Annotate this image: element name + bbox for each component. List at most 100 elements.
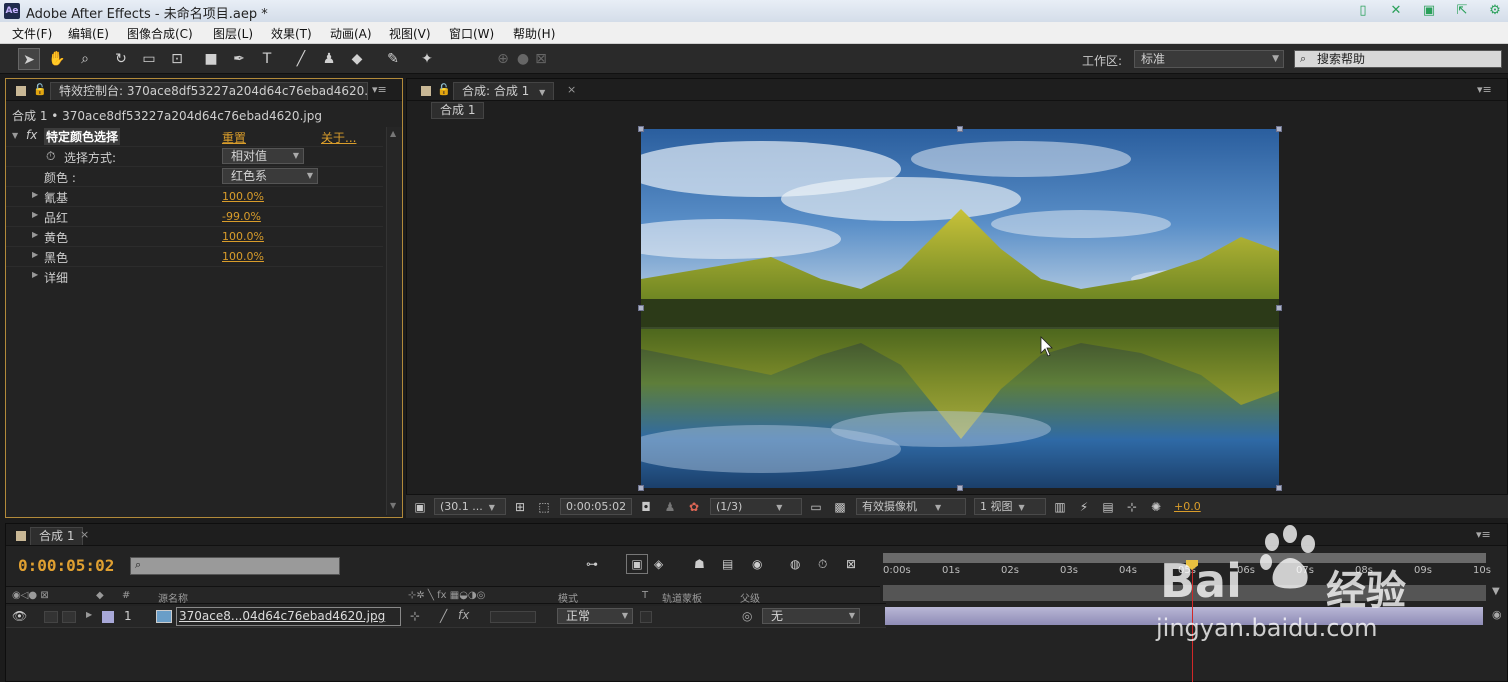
column-mode[interactable]: 模式 xyxy=(558,590,578,605)
comp-breadcrumb[interactable]: 合成 1 xyxy=(431,102,485,119)
param-value[interactable]: 100.0% xyxy=(222,250,264,263)
menu-help[interactable]: 帮助(H) xyxy=(513,25,555,42)
collapse-triangle-icon[interactable]: ▼ xyxy=(12,131,18,140)
frame-blending-icon[interactable]: ▤ xyxy=(722,557,733,571)
blend-mode-dropdown[interactable]: 正常 ▼ xyxy=(557,608,633,624)
safe-zones-icon[interactable]: ⊞ xyxy=(512,499,528,515)
close-tab-icon[interactable]: × xyxy=(80,528,89,541)
reset-exposure-icon[interactable]: ✺ xyxy=(1148,499,1164,515)
scroll-down-icon[interactable]: ▼ xyxy=(390,501,396,510)
fx-switch-icon[interactable]: fx xyxy=(458,608,469,622)
camera-tool-icon[interactable]: ▭ xyxy=(138,48,160,70)
composition-viewer-image[interactable] xyxy=(641,129,1279,488)
column-track-matte[interactable]: 轨道蒙板 xyxy=(662,590,702,605)
effect-controls-scrollbar[interactable]: ▲ ▼ xyxy=(386,127,402,515)
label-color-swatch[interactable] xyxy=(102,611,114,623)
tab-timeline-comp[interactable]: 合成 1 xyxy=(30,527,84,545)
hide-shy-layers-icon[interactable]: ☗ xyxy=(694,557,705,571)
menu-composition[interactable]: 图像合成(C) xyxy=(127,25,193,42)
type-tool-icon[interactable]: T xyxy=(256,48,278,70)
draft-3d-icon[interactable]: ◈ xyxy=(654,557,663,571)
share-icon[interactable]: ⇱ xyxy=(1451,3,1473,19)
eye-visibility-icon[interactable]: 👁 xyxy=(12,609,27,623)
reset-button[interactable]: 重置 xyxy=(222,129,246,146)
expand-triangle-icon[interactable]: ▶ xyxy=(32,250,38,259)
graph-editor-icon[interactable]: ⊠ xyxy=(846,557,856,571)
transform-handle[interactable] xyxy=(957,126,963,132)
transform-handle[interactable] xyxy=(638,305,644,311)
pan-behind-tool-icon[interactable]: ⊡ xyxy=(166,48,188,70)
stopwatch-icon[interactable]: ⏱ xyxy=(46,149,55,164)
roto-brush-tool-icon[interactable]: ✎ xyxy=(382,48,404,70)
fullscreen-icon[interactable]: ✕ xyxy=(1385,3,1407,19)
menu-effect[interactable]: 效果(T) xyxy=(271,25,312,42)
parent-pickwhip-icon[interactable]: ◎ xyxy=(742,609,752,623)
snapshot-camera-icon[interactable]: ◘ xyxy=(638,499,654,515)
param-value[interactable]: 100.0% xyxy=(222,190,264,203)
rgb-channels-icon[interactable]: ✿ xyxy=(686,499,702,515)
show-snapshot-icon[interactable]: ♟ xyxy=(662,499,678,515)
camera-dropdown[interactable]: 有效摄像机 ▼ xyxy=(856,498,966,515)
menu-view[interactable]: 视图(V) xyxy=(389,25,431,42)
pixel-aspect-icon[interactable]: ▥ xyxy=(1052,499,1068,515)
lock-icon[interactable]: 🔓 xyxy=(33,83,47,96)
effect-name[interactable]: 特定颜色选择 xyxy=(44,128,121,145)
mini-flowchart-icon[interactable]: ⊶ xyxy=(586,557,598,571)
help-search-input[interactable]: ⌕ 搜索帮助 xyxy=(1294,50,1502,68)
menu-animation[interactable]: 动画(A) xyxy=(330,25,372,42)
timeline-current-time[interactable]: 0:00:05:02 xyxy=(18,556,114,575)
live-update-icon[interactable]: ▣ xyxy=(626,554,648,574)
rotate-tool-icon[interactable]: ↻ xyxy=(110,48,132,70)
parent-dropdown[interactable]: 无 ▼ xyxy=(762,608,860,624)
param-value[interactable]: -99.0% xyxy=(222,210,261,223)
layer-row[interactable]: 👁 ▶ 1 370ace8...04d64c76ebad4620.jpg ⊹ ╱… xyxy=(6,606,886,628)
auto-keyframe-icon[interactable]: ⏱ xyxy=(818,557,827,572)
select-method-dropdown[interactable]: 相对值 ▼ xyxy=(222,148,304,164)
lock-toggle[interactable] xyxy=(62,611,76,623)
toggle-mask-icon[interactable]: ⬚ xyxy=(536,499,552,515)
color-dropdown[interactable]: 红色系 ▼ xyxy=(222,168,318,184)
pen-tool-icon[interactable]: ✒ xyxy=(228,48,250,70)
magnification-dropdown[interactable]: (30.1 ... ▼ xyxy=(434,498,506,515)
workspace-select[interactable]: 标准 ▼ xyxy=(1134,50,1284,68)
fx-icon[interactable]: fx xyxy=(26,128,37,142)
expand-triangle-icon[interactable]: ▶ xyxy=(32,210,38,219)
flowchart-icon[interactable]: ⊹ xyxy=(1124,499,1140,515)
hand-tool-icon[interactable]: ✋ xyxy=(46,48,68,70)
transform-handle[interactable] xyxy=(1276,485,1282,491)
transparency-grid-icon[interactable]: ▩ xyxy=(832,499,848,515)
panel-menu-icon[interactable]: ▾≡ xyxy=(1477,83,1492,96)
resolution-dropdown[interactable]: (1/3) ▼ xyxy=(710,498,802,515)
bookmark-icon[interactable]: ▯ xyxy=(1352,3,1374,19)
region-of-interest-icon[interactable]: ▭ xyxy=(808,499,824,515)
column-parent[interactable]: 父级 xyxy=(740,590,760,605)
zoom-slider-icon[interactable]: ▼ xyxy=(1492,586,1500,597)
timeline-icon[interactable]: ▤ xyxy=(1100,499,1116,515)
panel-menu-icon[interactable]: ▾≡ xyxy=(1476,528,1491,541)
expand-triangle-icon[interactable]: ▶ xyxy=(32,270,38,279)
selection-tool-icon[interactable]: ➤ xyxy=(18,48,40,70)
menu-edit[interactable]: 编辑(E) xyxy=(68,25,109,42)
settings-gear-icon[interactable]: ⚙ xyxy=(1484,3,1506,19)
scroll-up-icon[interactable]: ▲ xyxy=(390,129,396,138)
rectangle-tool-icon[interactable]: ■ xyxy=(200,48,222,70)
puppet-pin-tool-icon[interactable]: ✦ xyxy=(416,48,438,70)
view-layout-dropdown[interactable]: 1 视图 ▼ xyxy=(974,498,1046,515)
lock-icon[interactable]: 🔓 xyxy=(437,83,451,96)
quality-switch-icon[interactable]: ╱ xyxy=(440,609,447,623)
layer-search-input[interactable]: ⌕ xyxy=(130,557,340,575)
transform-handle[interactable] xyxy=(1276,305,1282,311)
tab-effect-controls[interactable]: 特效控制台: 370ace8df53227a204d64c76ebad4620.… xyxy=(50,82,368,100)
current-time-display[interactable]: 0:00:05:02 xyxy=(560,498,632,515)
clone-stamp-tool-icon[interactable]: ♟ xyxy=(318,48,340,70)
save-icon[interactable]: ▣ xyxy=(1418,3,1440,19)
param-value[interactable]: 100.0% xyxy=(222,230,264,243)
tab-composition[interactable]: 合成: 合成 1 ▼ xyxy=(453,82,555,100)
zoom-tool-icon[interactable]: ⌕ xyxy=(74,48,96,70)
menu-layer[interactable]: 图层(L) xyxy=(213,25,253,42)
close-tab-icon[interactable]: × xyxy=(567,83,576,96)
shy-switch-icon[interactable]: ⊹ xyxy=(410,609,420,623)
transform-handle[interactable] xyxy=(638,485,644,491)
menu-window[interactable]: 窗口(W) xyxy=(449,25,494,42)
expand-triangle-icon[interactable]: ▶ xyxy=(86,610,92,619)
